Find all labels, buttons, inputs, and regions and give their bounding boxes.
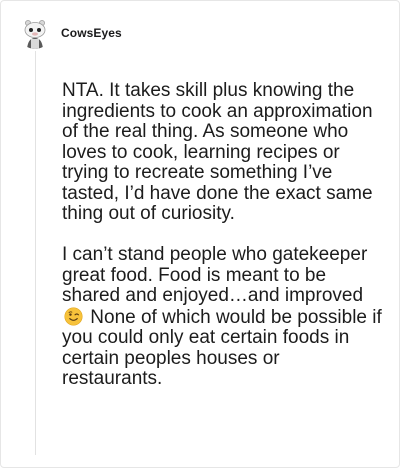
comment-card: CowsEyes NTA. It takes skill plus knowin… [0,0,400,468]
thread-collapse-line[interactable] [35,51,36,455]
comment-text: None of which would be possible if you c… [62,306,382,389]
comment-header: CowsEyes [19,15,122,51]
comment-text: I can’t stand people who gatekeeper grea… [62,244,368,306]
username[interactable]: CowsEyes [61,26,122,40]
snoo-avatar-icon [24,20,46,49]
winking-face-emoji-icon [64,306,83,326]
comment-paragraph: I can’t stand people who gatekeeper grea… [62,244,382,390]
comment-paragraph: NTA. It takes skill plus knowing the ing… [62,80,373,224]
user-avatar[interactable] [19,17,51,49]
comment-body: NTA. It takes skill plus knowing the ing… [62,80,382,390]
